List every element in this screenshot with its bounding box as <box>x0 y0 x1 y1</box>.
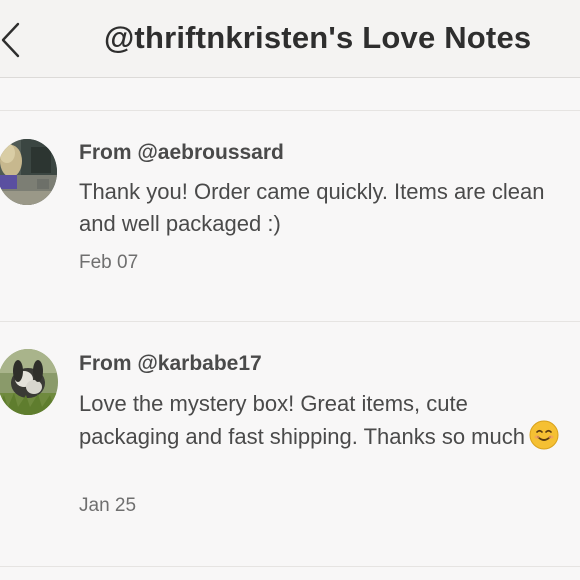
avatar[interactable] <box>0 349 58 415</box>
note-message-text: Love the mystery box! Great items, cute … <box>79 391 525 449</box>
chevron-left-icon <box>1 22 20 58</box>
page-title: @thriftnkristen's Love Notes <box>104 20 532 55</box>
sender-name[interactable]: From @aebroussard <box>79 141 284 165</box>
header-bar: @thriftnkristen's Love Notes <box>0 0 580 78</box>
note-message: Thank you! Order came quickly. Items are… <box>79 179 545 236</box>
note-message: Love the mystery box! Great items, cute … <box>79 388 559 453</box>
love-notes-screen: @thriftnkristen's Love Notes From @aebro… <box>0 0 580 580</box>
smiling-face-emoji-icon <box>529 420 559 450</box>
note-date: Jan 25 <box>79 495 137 516</box>
sender-name[interactable]: From @karbabe17 <box>79 352 262 376</box>
note-date: Feb 07 <box>79 252 139 273</box>
divider <box>0 566 580 567</box>
love-note-item: From @aebroussard Thank you! Order came … <box>0 111 580 321</box>
love-note-item: From @karbabe17 Love the mystery box! Gr… <box>0 322 580 567</box>
back-button[interactable] <box>0 8 30 68</box>
avatar[interactable] <box>0 139 57 205</box>
